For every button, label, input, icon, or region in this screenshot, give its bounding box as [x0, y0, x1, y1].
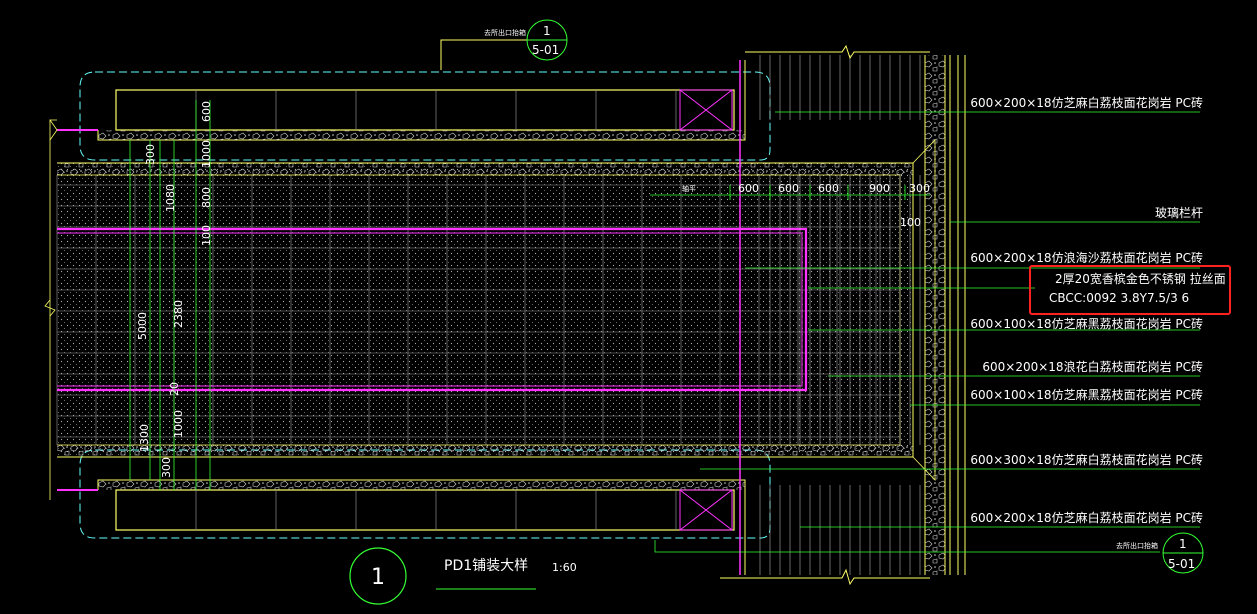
dim-v-1000b: 1000 [172, 410, 185, 438]
dim-v-1300: 1300 [138, 424, 151, 452]
callout-1: 600×200×18仿芝麻白荔枝面花岗岩 PC砖 [970, 95, 1203, 110]
ref-bottom-note: 去所出口抬箱 [1116, 541, 1158, 550]
ref-bottom-number: 1 [1179, 537, 1187, 551]
planter-outline-top [79, 71, 771, 161]
dim-v-300b: 300 [160, 457, 173, 478]
drawing-title: PD1铺装大样 [444, 558, 528, 574]
dim-h-2: 600 [778, 182, 799, 195]
ref-top-number: 1 [543, 24, 551, 38]
dim-v-600: 600 [200, 101, 213, 122]
planter-outline-bottom [79, 449, 771, 539]
callout-10: 600×200×18仿芝麻白荔枝面花岗岩 PC砖 [970, 510, 1203, 525]
callout-2: 玻璃栏杆 [1155, 205, 1203, 220]
callout-9: 600×300×18仿芝麻白荔枝面花岗岩 PC砖 [970, 452, 1203, 467]
callout-5: CBCC:0092 3.8Y7.5/3 6 [1049, 291, 1189, 305]
dim-v-20: 20 [168, 382, 181, 396]
dim-v-5000: 5000 [136, 312, 149, 340]
dim-v-100: 100 [200, 225, 213, 246]
top-leader [440, 39, 528, 70]
dim-v-300a: 300 [144, 144, 157, 165]
dim-h-1: 600 [738, 182, 759, 195]
planter-bottom [97, 479, 746, 575]
detail-number: 1 [371, 565, 385, 590]
dim-v-2380: 2380 [172, 300, 185, 328]
dim-h-3: 600 [818, 182, 839, 195]
callout-4: 2厚20宽香槟金色不锈钢 拉丝面 [1055, 271, 1226, 286]
cad-drawing: 去所出口抬箱 1 5-01 去所出口抬箱 1 5-01 1 PD1铺装大样 1:… [44, 19, 1231, 605]
callout-3: 600×200×18仿浪海沙荔枝面花岗岩 PC砖 [970, 250, 1203, 265]
dim-v-800: 800 [200, 187, 213, 208]
dim-axis-prefix: 轴平 [682, 184, 696, 193]
ref-top-sheet: 5-01 [532, 43, 559, 57]
ref-top-note: 去所出口抬箱 [484, 28, 526, 37]
dim-h-100: 100 [900, 216, 921, 229]
dim-v-1000a: 1000 [200, 140, 213, 168]
callout-7: 600×200×18浪花白荔枝面花岗岩 PC砖 [982, 359, 1203, 374]
drawing-scale: 1:60 [552, 561, 577, 574]
dim-h-4: 900 [869, 182, 890, 195]
callout-6: 600×100×18仿芝麻黑荔枝面花岗岩 PC砖 [970, 316, 1203, 331]
ref-bottom-sheet: 5-01 [1168, 557, 1195, 571]
dim-h-5: 300 [909, 182, 930, 195]
callout-8: 600×100×18仿芝麻黑荔枝面花岗岩 PC砖 [970, 387, 1203, 402]
dim-v-1080: 1080 [164, 184, 177, 212]
paving-field [56, 162, 914, 458]
